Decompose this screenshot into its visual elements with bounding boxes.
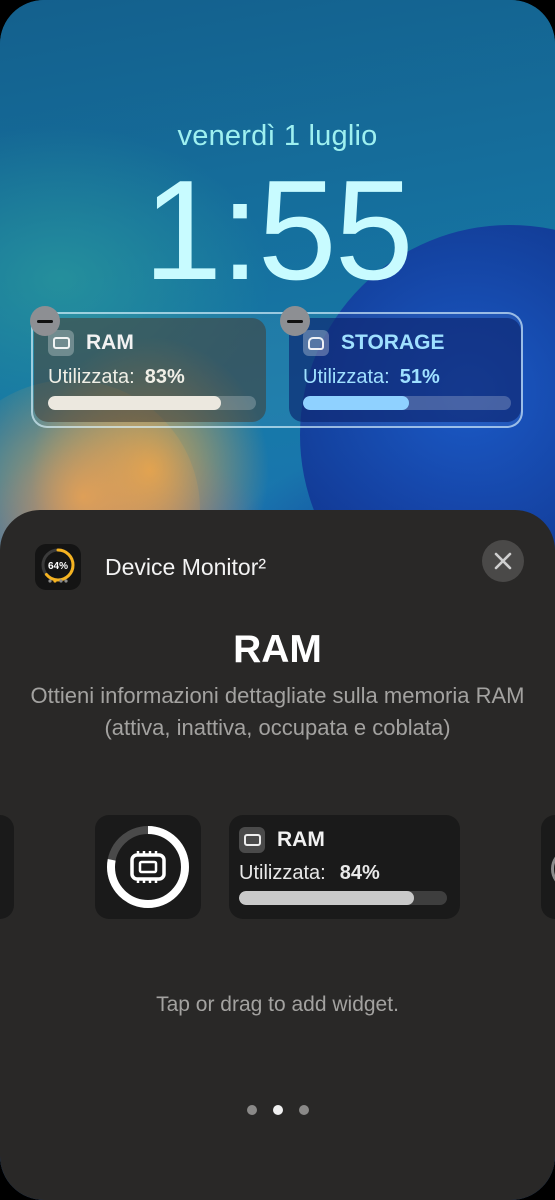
remove-widget-button[interactable] — [280, 306, 310, 336]
widget-usage: Utilizzata: 51% — [303, 366, 440, 389]
widget-usage: Utilizzata: 84% — [239, 862, 380, 885]
remove-widget-button[interactable] — [30, 306, 60, 336]
previous-widget-preview[interactable] — [0, 815, 14, 919]
close-icon — [494, 552, 512, 570]
minus-icon — [287, 319, 303, 323]
page-indicator[interactable] — [0, 1105, 555, 1115]
add-widget-hint: Tap or drag to add widget. — [156, 993, 399, 1016]
usage-bar-fill — [239, 891, 414, 905]
page-dot[interactable] — [272, 1105, 283, 1115]
widget-title-heading: RAM — [233, 628, 322, 671]
app-name: Device Monitor² — [105, 554, 267, 580]
widget-usage: Utilizzata: 83% — [48, 366, 185, 389]
widget-preview-rectangular[interactable]: RAM Utilizzata: 84% — [229, 815, 460, 919]
usage-value: 84% — [339, 862, 380, 884]
usage-value: 51% — [399, 366, 440, 388]
lock-widget-storage[interactable]: STORAGE Utilizzata: 51% — [289, 318, 521, 422]
widget-title: RAM — [277, 828, 325, 851]
app-icon-label: 64% — [48, 561, 68, 572]
lock-screen: venerdì 1 luglio 1:55 RAM Utilizzata: 83%… — [0, 0, 555, 1200]
usage-bar — [239, 891, 447, 905]
usage-label: Utilizzata: — [239, 862, 326, 884]
memory-chip-icon — [130, 851, 166, 883]
widget-title: RAM — [86, 331, 134, 354]
lock-widget-ram[interactable]: RAM Utilizzata: 83% — [34, 318, 266, 422]
usage-label: Utilizzata: — [303, 366, 390, 388]
next-widget-preview[interactable] — [541, 815, 555, 919]
minus-icon — [37, 319, 53, 323]
lock-date: venerdì 1 luglio — [177, 120, 378, 152]
close-button[interactable] — [482, 540, 524, 582]
lock-clock[interactable]: 1:55 — [0, 160, 555, 302]
widget-title: STORAGE — [341, 331, 445, 354]
page-dot[interactable] — [298, 1105, 309, 1115]
usage-label: Utilizzata: — [48, 366, 135, 388]
usage-bar-fill — [48, 396, 221, 410]
usage-bar — [48, 396, 256, 410]
app-icon: 64% — [35, 544, 81, 590]
usage-value: 83% — [144, 366, 185, 388]
usage-bar — [303, 396, 511, 410]
memory-chip-icon — [239, 827, 265, 853]
page-dot[interactable] — [246, 1105, 257, 1115]
widget-description: Ottieni informazioni dettagliate sulla m… — [30, 683, 525, 740]
gauge-icon: 64% — [41, 548, 75, 583]
widget-preview-circular[interactable] — [95, 815, 201, 919]
gauge-icon — [551, 848, 555, 890]
usage-bar-fill — [303, 396, 410, 410]
drive-icon — [303, 330, 329, 356]
memory-gauge — [107, 826, 189, 908]
